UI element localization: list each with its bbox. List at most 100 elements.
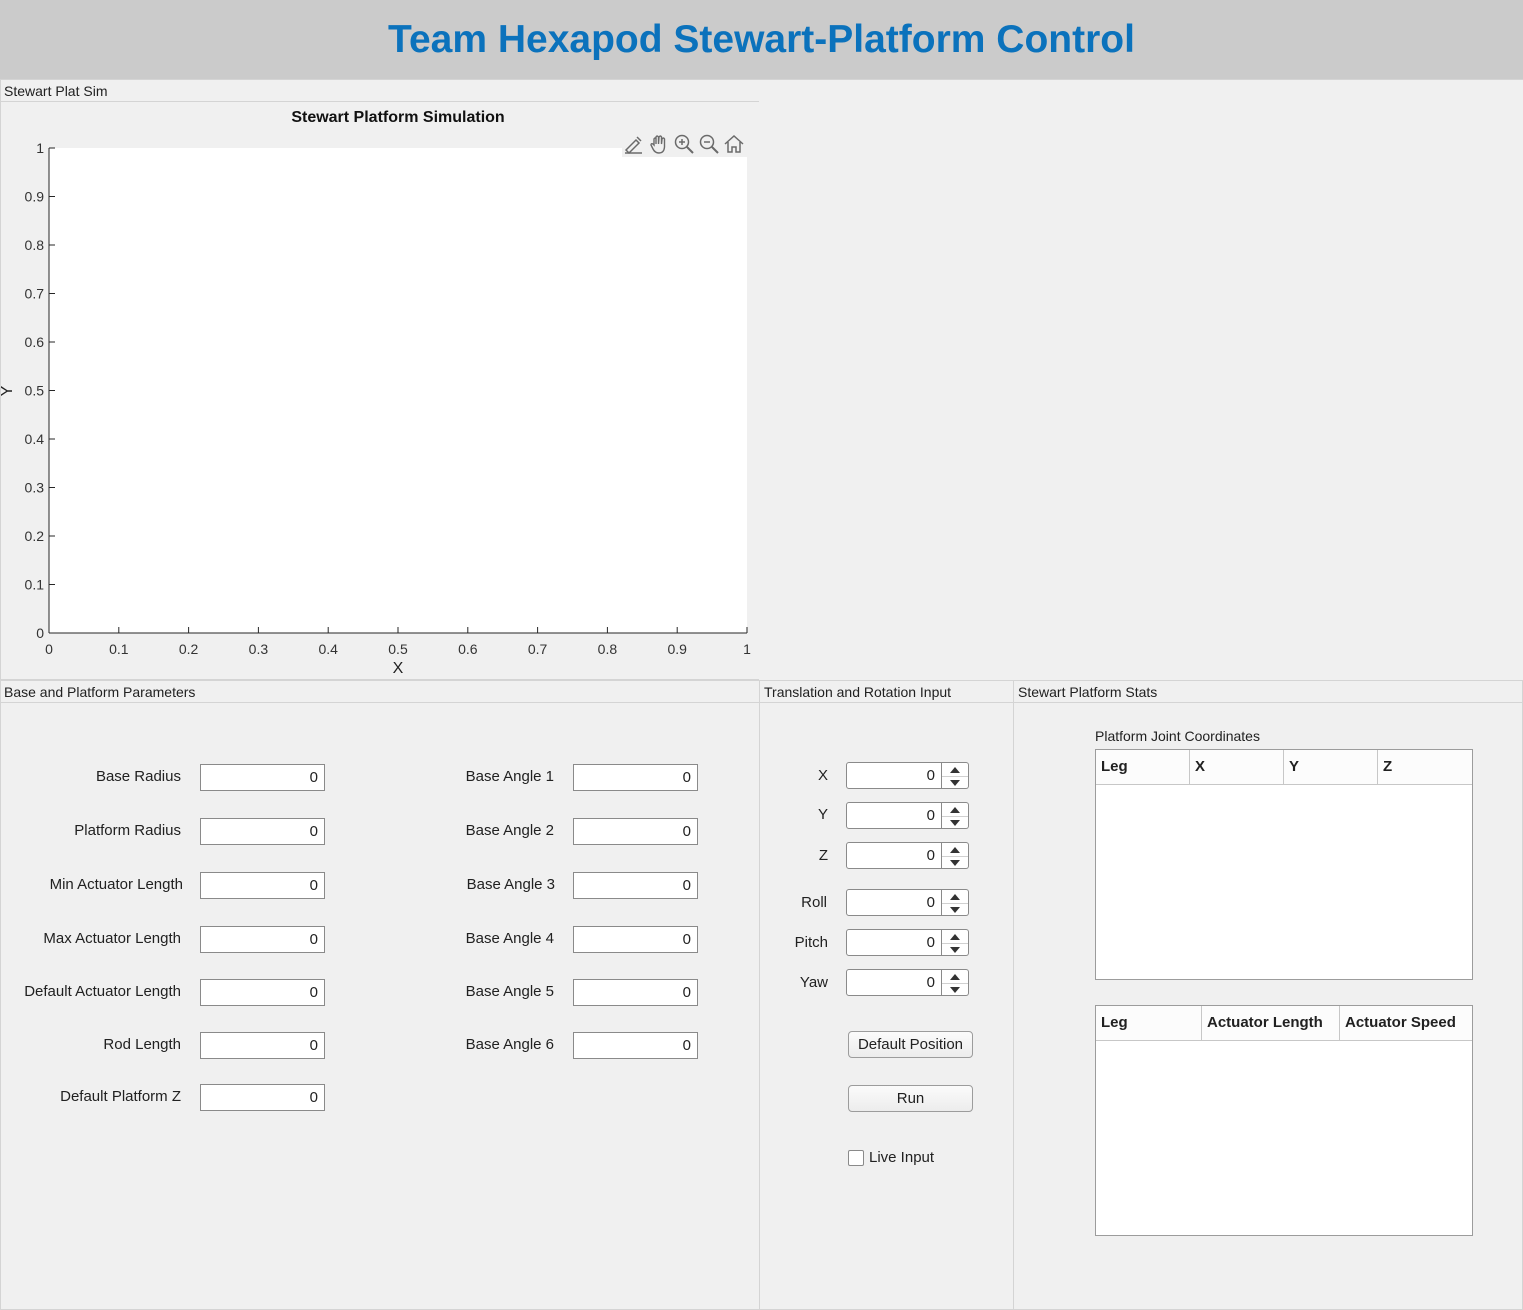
z-spinner-label: Z (818, 847, 828, 864)
joint-table-title: Platform Joint Coordinates (1095, 728, 1260, 744)
x-tick-label: 1 (743, 641, 751, 657)
y-spinner-buttons[interactable] (942, 802, 969, 829)
pitch-spinner-buttons[interactable] (942, 929, 969, 956)
y-tick-label: 0.9 (25, 189, 45, 205)
empty-display-panel (759, 79, 1523, 680)
app-header: Team Hexapod Stewart-Platform Control (0, 0, 1523, 79)
live-input-label[interactable]: Live Input (869, 1149, 934, 1166)
decrement-arrow-icon[interactable] (942, 816, 968, 829)
z-spinner-buttons[interactable] (942, 842, 969, 869)
min-actuator-length-label: Min Actuator Length (49, 876, 183, 893)
y-tick-label: 0.3 (25, 480, 45, 496)
decrement-arrow-icon[interactable] (942, 903, 968, 916)
x-axis-label: X (393, 660, 404, 677)
platform-radius-field[interactable] (200, 818, 325, 845)
pan-hand-icon[interactable] (648, 133, 670, 155)
base-angle-2-field[interactable] (573, 818, 698, 845)
default-actuator-length-field[interactable] (200, 979, 325, 1006)
x-tick-label: 0.3 (249, 641, 269, 657)
y-tick-label: 0.1 (25, 577, 45, 593)
yaw-spinner-field[interactable] (846, 969, 942, 996)
increment-arrow-icon[interactable] (942, 890, 968, 904)
decrement-arrow-icon[interactable] (942, 856, 968, 869)
min-actuator-length-field[interactable] (200, 872, 325, 899)
y-tick-label: 0.5 (25, 383, 45, 399)
stats-panel-title: Stewart Platform Stats (1014, 681, 1522, 703)
increment-arrow-icon[interactable] (942, 843, 968, 857)
column-header[interactable]: Z (1378, 750, 1472, 784)
x-spinner-buttons[interactable] (942, 762, 969, 789)
roll-spinner-buttons[interactable] (942, 889, 969, 916)
increment-arrow-icon[interactable] (942, 970, 968, 984)
z-spinner-field[interactable] (846, 842, 942, 869)
zoom-in-icon[interactable] (673, 133, 695, 155)
actuator-table-header: Leg Actuator Length Actuator Speed (1096, 1006, 1472, 1041)
zoom-out-icon[interactable] (698, 133, 720, 155)
roll-spinner-field[interactable] (846, 889, 942, 916)
parameters-panel-title: Base and Platform Parameters (1, 681, 759, 703)
x-tick-label: 0.2 (179, 641, 199, 657)
base-angle-3-field[interactable] (573, 872, 698, 899)
base-angle-1-label: Base Angle 1 (465, 768, 554, 785)
y-tick-label: 0.4 (25, 431, 45, 447)
input-panel-title: Translation and Rotation Input (760, 681, 1013, 703)
x-tick-label: 0.7 (528, 641, 548, 657)
rod-length-field[interactable] (200, 1032, 325, 1059)
increment-arrow-icon[interactable] (942, 763, 968, 777)
x-tick-label: 0.9 (667, 641, 687, 657)
max-actuator-length-label: Max Actuator Length (43, 930, 181, 947)
x-tick-label: 0.4 (318, 641, 338, 657)
y-axis-label: Y (0, 385, 16, 396)
live-input-checkbox[interactable] (848, 1150, 864, 1166)
joint-table-header: Leg X Y Z (1096, 750, 1472, 785)
platform-radius-label: Platform Radius (74, 822, 181, 839)
column-header[interactable]: Leg (1096, 1006, 1202, 1040)
default-platform-z-label: Default Platform Z (60, 1088, 181, 1105)
column-header[interactable]: Actuator Length (1202, 1006, 1340, 1040)
yaw-spinner-buttons[interactable] (942, 969, 969, 996)
x-tick-label: 0.8 (598, 641, 618, 657)
home-icon[interactable] (723, 133, 745, 155)
y-tick-label: 0.2 (25, 528, 45, 544)
x-tick-label: 0.1 (109, 641, 129, 657)
y-tick-label: 0.8 (25, 237, 45, 253)
column-header[interactable]: Y (1284, 750, 1378, 784)
pitch-spinner-label: Pitch (794, 934, 828, 951)
decrement-arrow-icon[interactable] (942, 776, 968, 789)
y-tick-label: 0 (36, 625, 44, 641)
default-platform-z-field[interactable] (200, 1084, 325, 1111)
base-angle-4-label: Base Angle 4 (465, 930, 554, 947)
actuator-table[interactable]: Leg Actuator Length Actuator Speed (1095, 1005, 1473, 1236)
max-actuator-length-field[interactable] (200, 926, 325, 953)
x-tick-label: 0.5 (388, 641, 408, 657)
x-spinner-field[interactable] (846, 762, 942, 789)
increment-arrow-icon[interactable] (942, 803, 968, 817)
default-position-button[interactable]: Default Position (848, 1031, 973, 1058)
base-angle-5-field[interactable] (573, 979, 698, 1006)
simulation-axes[interactable]: Stewart Platform Simulation X Y 0 0.1 0.2 0… (0, 100, 760, 680)
y-tick-label: 0.6 (25, 334, 45, 350)
base-angle-2-label: Base Angle 2 (465, 822, 554, 839)
column-header[interactable]: X (1190, 750, 1284, 784)
run-button[interactable]: Run (848, 1085, 973, 1112)
base-angle-1-field[interactable] (573, 764, 698, 791)
default-actuator-length-label: Default Actuator Length (24, 983, 181, 1000)
chart-title: Stewart Platform Simulation (291, 109, 504, 126)
base-radius-field[interactable] (200, 764, 325, 791)
column-header[interactable]: Actuator Speed (1340, 1006, 1472, 1040)
joint-coordinates-table[interactable]: Leg X Y Z (1095, 749, 1473, 980)
base-angle-6-field[interactable] (573, 1032, 698, 1059)
decrement-arrow-icon[interactable] (942, 943, 968, 956)
pitch-spinner-field[interactable] (846, 929, 942, 956)
base-angle-5-label: Base Angle 5 (465, 983, 554, 1000)
increment-arrow-icon[interactable] (942, 930, 968, 944)
x-tick-label: 0 (45, 641, 53, 657)
column-header[interactable]: Leg (1096, 750, 1190, 784)
decrement-arrow-icon[interactable] (942, 983, 968, 996)
brush-icon[interactable] (623, 133, 645, 155)
x-tick-label: 0.6 (458, 641, 478, 657)
y-tick-label: 1 (36, 140, 44, 156)
roll-spinner-label: Roll (801, 894, 827, 911)
base-angle-4-field[interactable] (573, 926, 698, 953)
y-spinner-field[interactable] (846, 802, 942, 829)
